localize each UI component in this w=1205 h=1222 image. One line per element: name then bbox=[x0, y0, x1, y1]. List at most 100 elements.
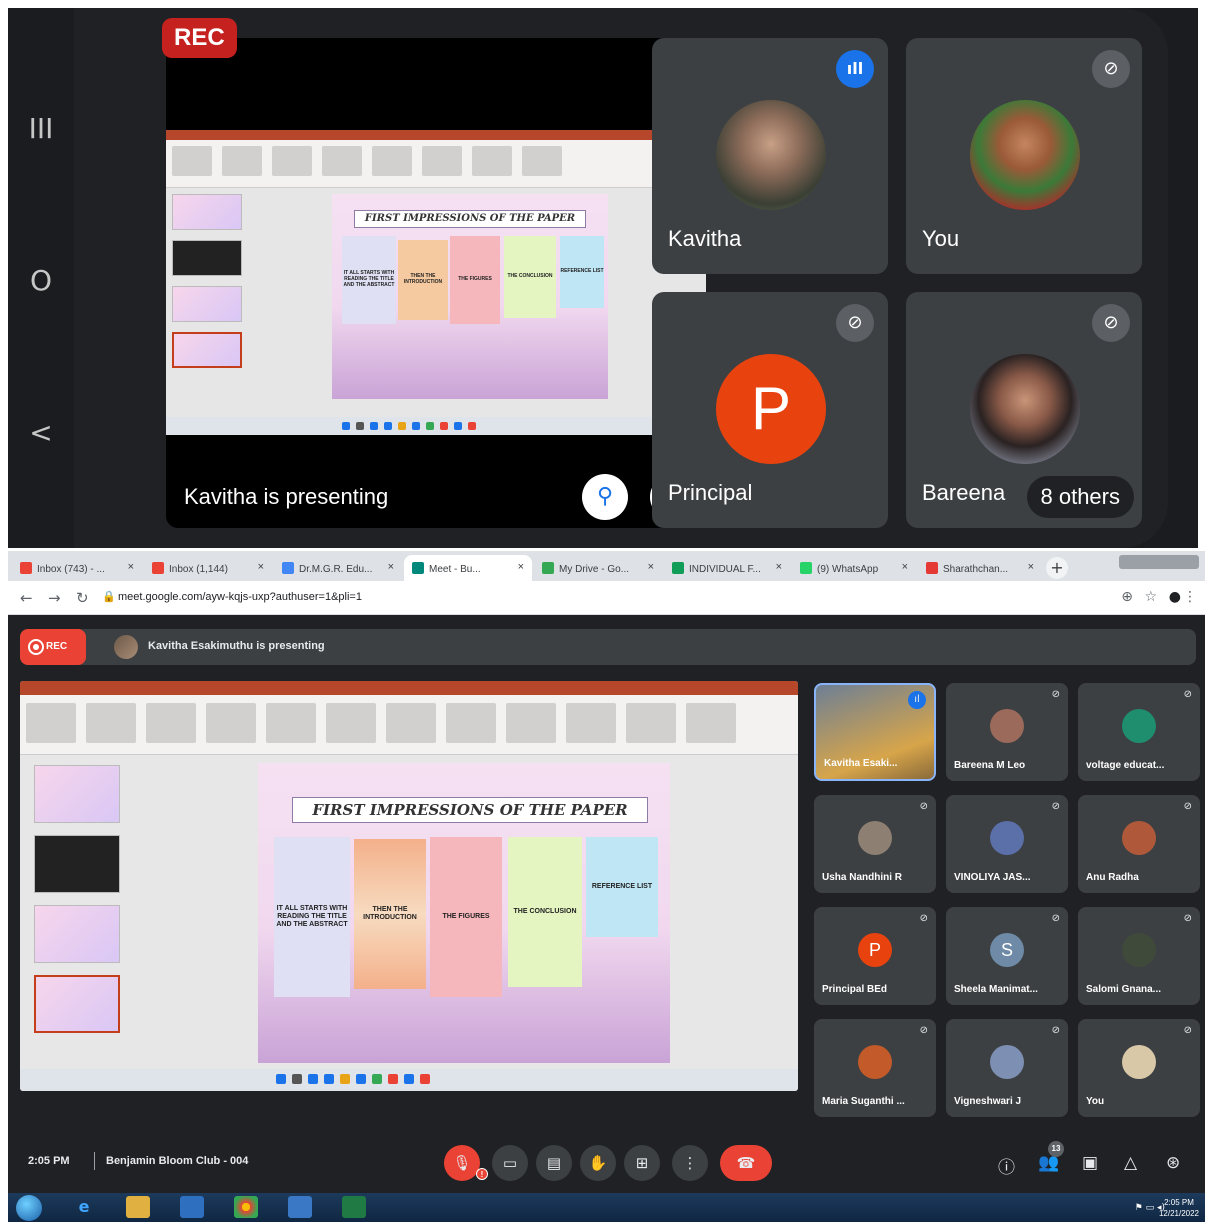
participant-name: Principal bbox=[668, 480, 753, 505]
activities-icon[interactable]: △ bbox=[1124, 1153, 1137, 1173]
slide-title: FIRST IMPRESSIONS OF THE PAPER bbox=[292, 797, 648, 823]
record-icon bbox=[28, 639, 44, 655]
host-controls-icon[interactable]: ⊛ bbox=[1166, 1153, 1180, 1173]
back-icon[interactable]: ← bbox=[20, 589, 33, 607]
slide-card: THE CONCLUSION bbox=[508, 837, 582, 987]
chat-icon[interactable]: ▣ bbox=[1082, 1153, 1098, 1173]
close-icon[interactable]: × bbox=[1028, 561, 1034, 573]
mic-off-icon: ⊘ bbox=[919, 801, 928, 812]
mic-toggle-button[interactable]: 🎙 bbox=[444, 1145, 480, 1181]
participant-tile[interactable]: ⊘ You bbox=[1078, 1019, 1200, 1117]
lock-icon[interactable]: 🔒 bbox=[102, 590, 116, 603]
meeting-title: Benjamin Bloom Club - 004 bbox=[106, 1155, 249, 1167]
avatar bbox=[970, 100, 1080, 210]
leave-call-button[interactable]: ☎ bbox=[720, 1145, 772, 1181]
camera-toggle-button[interactable]: ▭ bbox=[492, 1145, 528, 1181]
participant-name: Maria Suganthi ... bbox=[822, 1096, 905, 1107]
ie-icon[interactable]: e bbox=[72, 1196, 96, 1218]
shared-screen[interactable]: FIRST IMPRESSIONS OF THE PAPER IT ALL ST… bbox=[20, 681, 798, 1091]
slide-title: FIRST IMPRESSIONS OF THE PAPER bbox=[354, 210, 586, 228]
pin-icon[interactable]: ⚲ bbox=[582, 474, 628, 520]
word-icon[interactable] bbox=[288, 1196, 312, 1218]
browser-tab[interactable]: My Drive - Go... × bbox=[534, 555, 662, 581]
extension-icon[interactable]: ⊕ bbox=[1121, 589, 1133, 605]
forward-icon[interactable]: → bbox=[48, 589, 61, 607]
others-count-pill[interactable]: 8 others bbox=[1026, 476, 1134, 518]
slide-card: THE CONCLUSION bbox=[504, 236, 556, 318]
mic-off-icon: ⊘ bbox=[1183, 1025, 1192, 1036]
browser-tab[interactable]: Inbox (1,144) × bbox=[144, 555, 272, 581]
participant-tile[interactable]: ⊘ VINOLIYA JAS... bbox=[946, 795, 1068, 893]
info-icon[interactable]: ⓘ bbox=[998, 1153, 1015, 1178]
tab-label: Sharathchan... bbox=[943, 564, 1009, 575]
profile-icon[interactable]: ● bbox=[1169, 589, 1181, 605]
close-icon[interactable]: × bbox=[388, 561, 394, 573]
participant-tile[interactable]: ⊘ Maria Suganthi ... bbox=[814, 1019, 936, 1117]
system-date: 12/21/2022 bbox=[1158, 1209, 1199, 1218]
close-icon[interactable]: × bbox=[648, 561, 654, 573]
close-icon[interactable]: × bbox=[518, 561, 524, 573]
close-icon[interactable]: × bbox=[902, 561, 908, 573]
system-clock[interactable]: 2:05 PM 12/21/2022 bbox=[1159, 1197, 1199, 1219]
participant-tile[interactable]: ⊘ Vigneshwari J bbox=[946, 1019, 1068, 1117]
avatar bbox=[970, 354, 1080, 464]
participant-tile-you[interactable]: ⊘ You bbox=[906, 38, 1142, 274]
slide: FIRST IMPRESSIONS OF THE PAPER IT ALL ST… bbox=[332, 194, 608, 399]
close-icon[interactable]: × bbox=[128, 561, 134, 573]
desktop-meet-screenshot: Inbox (743) - ... × Inbox (1,144) × Dr.M.G… bbox=[8, 551, 1205, 1222]
close-icon[interactable]: × bbox=[776, 561, 782, 573]
present-button[interactable]: ⊞ bbox=[624, 1145, 660, 1181]
participant-tile[interactable]: ıl Kavitha Esaki... bbox=[814, 683, 936, 781]
home-icon[interactable]: O bbox=[22, 262, 60, 300]
slide-thumbnail-selected bbox=[34, 975, 120, 1033]
avatar bbox=[1122, 709, 1156, 743]
browser-tab[interactable]: Dr.M.G.R. Edu... × bbox=[274, 555, 402, 581]
window-controls[interactable] bbox=[1119, 555, 1199, 569]
url-field[interactable]: meet.google.com/ayw-kqjs-uxp?authuser=1&… bbox=[118, 591, 362, 603]
browser-tab-active[interactable]: Meet - Bu... × bbox=[404, 555, 532, 581]
avatar bbox=[1122, 933, 1156, 967]
browser-tab[interactable]: INDIVIDUAL F... × bbox=[664, 555, 790, 581]
participant-tile[interactable]: ⊘ S Sheela Manimat... bbox=[946, 907, 1068, 1005]
site-icon bbox=[282, 562, 294, 574]
participant-tile[interactable]: ⊘ Usha Nandhini R bbox=[814, 795, 936, 893]
chrome-icon[interactable] bbox=[234, 1196, 258, 1218]
new-tab-button[interactable]: + bbox=[1046, 557, 1068, 579]
start-button[interactable] bbox=[16, 1195, 42, 1221]
mic-off-icon: ⊘ bbox=[1183, 801, 1192, 812]
participant-name: Usha Nandhini R bbox=[822, 872, 903, 883]
menu-icon[interactable]: ⋮ bbox=[1183, 589, 1197, 605]
participant-name: Kavitha Esaki... bbox=[824, 758, 898, 769]
slide-card: THE FIGURES bbox=[450, 236, 500, 324]
participant-tile-bareena[interactable]: ⊘ Bareena 8 others bbox=[906, 292, 1142, 528]
slide-thumbnail bbox=[172, 240, 242, 276]
meeting-clock: 2:05 PM bbox=[28, 1155, 70, 1167]
excel-icon[interactable] bbox=[342, 1196, 366, 1218]
mic-off-icon: ⊘ bbox=[836, 304, 874, 342]
presentation-tile[interactable]: ⊘ FIRST IMPRESSIONS OF THE PAPER IT A bbox=[166, 38, 706, 528]
close-icon[interactable]: × bbox=[258, 561, 264, 573]
divider bbox=[94, 1152, 95, 1170]
back-icon[interactable]: < bbox=[22, 414, 60, 452]
participant-tile[interactable]: ⊘ P Principal BEd bbox=[814, 907, 936, 1005]
participant-tile[interactable]: ⊘ Salomi Gnana... bbox=[1078, 907, 1200, 1005]
reload-icon[interactable]: ↻ bbox=[76, 589, 89, 607]
participant-name: VINOLIYA JAS... bbox=[954, 872, 1031, 883]
participant-tile[interactable]: ⊘ Anu Radha bbox=[1078, 795, 1200, 893]
raise-hand-button[interactable]: ✋ bbox=[580, 1145, 616, 1181]
participant-tile-kavitha[interactable]: ıll Kavitha bbox=[652, 38, 888, 274]
tab-label: My Drive - Go... bbox=[559, 564, 630, 575]
browser-tab[interactable]: Sharathchan... × bbox=[918, 555, 1042, 581]
captions-button[interactable]: ▤ bbox=[536, 1145, 572, 1181]
media-icon[interactable] bbox=[180, 1196, 204, 1218]
explorer-icon[interactable] bbox=[126, 1196, 150, 1218]
browser-tab[interactable]: Inbox (743) - ... × bbox=[12, 555, 142, 581]
presenting-text: Kavitha Esakimuthu is presenting bbox=[148, 640, 325, 652]
browser-tab[interactable]: (9) WhatsApp × bbox=[792, 555, 916, 581]
more-options-button[interactable]: ⋮ bbox=[672, 1145, 708, 1181]
participant-tile[interactable]: ⊘ Bareena M Leo bbox=[946, 683, 1068, 781]
recents-icon[interactable]: III bbox=[22, 110, 60, 148]
participant-tile-principal[interactable]: ⊘ P Principal bbox=[652, 292, 888, 528]
bookmark-star-icon[interactable]: ☆ bbox=[1144, 589, 1157, 605]
participant-tile[interactable]: ⊘ voltage educat... bbox=[1078, 683, 1200, 781]
